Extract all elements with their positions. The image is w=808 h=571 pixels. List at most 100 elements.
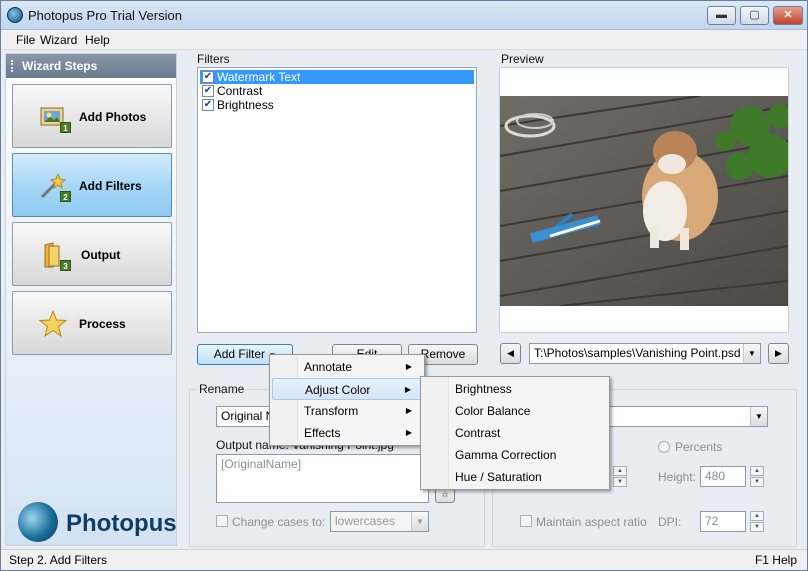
preview-path: T:\Photos\samples\Vanishing Point.psd — [534, 346, 741, 360]
status-text: Step 2. Add Filters — [9, 553, 108, 567]
minimize-button[interactable]: ▬ — [707, 6, 736, 25]
dropdown-arrow-icon[interactable]: ▼ — [411, 512, 428, 531]
menu-item-label: Annotate — [304, 360, 353, 374]
step-label: Add Photos — [79, 110, 147, 124]
menu-item-effects[interactable]: Effects ▶ — [272, 422, 422, 444]
next-image-button[interactable]: ▶ — [768, 343, 789, 364]
logo-text: Photopus — [66, 510, 177, 537]
filter-label: Brightness — [217, 98, 274, 112]
magic-wand-icon: 2 — [39, 172, 71, 202]
menu-item-color-balance[interactable]: Color Balance — [423, 400, 607, 422]
filters-label: Filters — [197, 52, 230, 66]
height-spin-up[interactable]: ▲ — [750, 466, 764, 476]
filters-list[interactable]: ✔ Watermark Text ✔ Contrast ✔ Brightness — [197, 67, 477, 333]
previous-image-button[interactable]: ◀ — [500, 343, 521, 364]
step-output[interactable]: 3 Output — [12, 222, 172, 286]
resize-mode-select[interactable]: ▼ — [601, 406, 768, 427]
menu-item-annotate[interactable]: Annotate ▶ — [272, 356, 422, 378]
step-badge: 2 — [60, 191, 71, 202]
submenu-arrow-icon: ▶ — [405, 362, 412, 371]
app-window: Photopus Pro Trial Version ▬ ▢ ✕ File Wi… — [0, 0, 808, 571]
filter-item-contrast[interactable]: ✔ Contrast — [200, 84, 474, 98]
preview-image — [500, 96, 788, 306]
dpi-spin-up[interactable]: ▲ — [750, 511, 764, 521]
dpi-label: DPI: — [658, 515, 682, 529]
menu-wizard[interactable]: Wizard — [40, 33, 77, 47]
menu-item-label: Effects — [304, 426, 341, 440]
adjust-color-submenu: Brightness Color Balance Contrast Gamma … — [420, 376, 610, 490]
percents-label: Percents — [675, 440, 723, 454]
output-name-value: [OriginalName] — [221, 457, 302, 471]
close-button[interactable]: ✕ — [773, 6, 803, 25]
wizard-steps-title: Wizard Steps — [22, 59, 98, 73]
menu-bar: File Wizard Help — [1, 30, 807, 50]
filter-checkbox[interactable]: ✔ — [202, 99, 214, 111]
grip-icon — [11, 60, 14, 72]
step-label: Add Filters — [79, 179, 142, 193]
step-add-filters[interactable]: 2 Add Filters — [12, 153, 172, 217]
width-spin-up[interactable]: ▲ — [613, 466, 627, 476]
height-spin-down[interactable]: ▼ — [750, 477, 764, 487]
menu-help[interactable]: Help — [85, 33, 110, 47]
arrow-left-icon: ◀ — [507, 348, 514, 358]
width-spin-down[interactable]: ▼ — [613, 477, 627, 487]
filter-item-brightness[interactable]: ✔ Brightness — [200, 98, 474, 112]
add-filter-label: Add Filter — [213, 347, 266, 361]
submenu-arrow-icon: ▶ — [405, 428, 412, 437]
dpi-field[interactable]: 72 — [700, 511, 746, 532]
case-select[interactable]: lowercases ▼ — [330, 511, 429, 532]
maintain-aspect-label: Maintain aspect ratio — [536, 515, 647, 529]
rename-template-value: Original Na — [221, 409, 276, 423]
filter-label: Contrast — [217, 84, 263, 98]
filter-item-watermark-text[interactable]: ✔ Watermark Text — [200, 70, 474, 84]
change-cases-label: Change cases to: — [232, 515, 326, 529]
step-process[interactable]: Process — [12, 291, 172, 355]
output-name-field[interactable]: [OriginalName] — [216, 454, 429, 503]
menu-item-hue-saturation[interactable]: Hue / Saturation — [423, 466, 607, 488]
filter-checkbox[interactable]: ✔ — [202, 71, 214, 83]
step-badge: 3 — [60, 260, 71, 271]
dropdown-arrow-icon[interactable]: ▼ — [750, 407, 767, 426]
preview-label: Preview — [501, 52, 544, 66]
window-title: Photopus Pro Trial Version — [28, 8, 182, 23]
menu-file[interactable]: File — [16, 33, 35, 47]
title-bar: Photopus Pro Trial Version ▬ ▢ ✕ — [1, 1, 807, 30]
filter-checkbox[interactable]: ✔ — [202, 85, 214, 97]
star-icon — [38, 309, 68, 338]
step-add-photos[interactable]: 1 Add Photos — [12, 84, 172, 148]
folder-icon: 3 — [39, 241, 71, 271]
add-filter-menu: Annotate ▶ Adjust Color ▶ Transform ▶ Ef… — [269, 354, 425, 446]
dpi-spin-down[interactable]: ▼ — [750, 522, 764, 532]
maintain-aspect-checkbox[interactable] — [520, 515, 532, 527]
step-label: Process — [79, 317, 126, 331]
preview-file-select[interactable]: T:\Photos\samples\Vanishing Point.psd ▼ — [529, 343, 761, 364]
submenu-arrow-icon: ▶ — [404, 385, 411, 394]
maximize-button[interactable]: ▢ — [740, 6, 769, 25]
preview-panel — [499, 67, 789, 333]
menu-item-transform[interactable]: Transform ▶ — [272, 400, 422, 422]
wizard-steps-header: Wizard Steps — [6, 54, 176, 78]
height-field[interactable]: 480 — [700, 466, 746, 487]
menu-item-contrast[interactable]: Contrast — [423, 422, 607, 444]
change-cases-checkbox[interactable] — [216, 515, 228, 527]
submenu-arrow-icon: ▶ — [405, 406, 412, 415]
menu-item-label: Transform — [304, 404, 359, 418]
rename-template-select[interactable]: Original Na — [216, 406, 276, 427]
arrow-right-icon: ▶ — [775, 348, 782, 358]
help-hint: F1 Help — [754, 553, 797, 567]
percents-radio[interactable] — [658, 441, 670, 453]
menu-item-label: Adjust Color — [305, 383, 371, 397]
wizard-steps-panel: Wizard Steps 1 Add Photos 2 Add Filters … — [5, 53, 177, 546]
status-bar: Step 2. Add Filters F1 Help — [1, 549, 807, 570]
rename-label: Rename — [197, 382, 247, 396]
step-label: Output — [81, 248, 121, 262]
menu-item-gamma-correction[interactable]: Gamma Correction — [423, 444, 607, 466]
step-badge: 1 — [60, 122, 71, 133]
menu-item-brightness[interactable]: Brightness — [423, 378, 607, 400]
case-value: lowercases — [335, 514, 396, 528]
dropdown-arrow-icon[interactable]: ▼ — [743, 344, 760, 363]
height-label: Height: — [658, 470, 697, 484]
photo-icon: 1 — [39, 103, 71, 133]
menu-item-adjust-color[interactable]: Adjust Color ▶ — [272, 378, 422, 400]
filter-label: Watermark Text — [217, 70, 301, 84]
